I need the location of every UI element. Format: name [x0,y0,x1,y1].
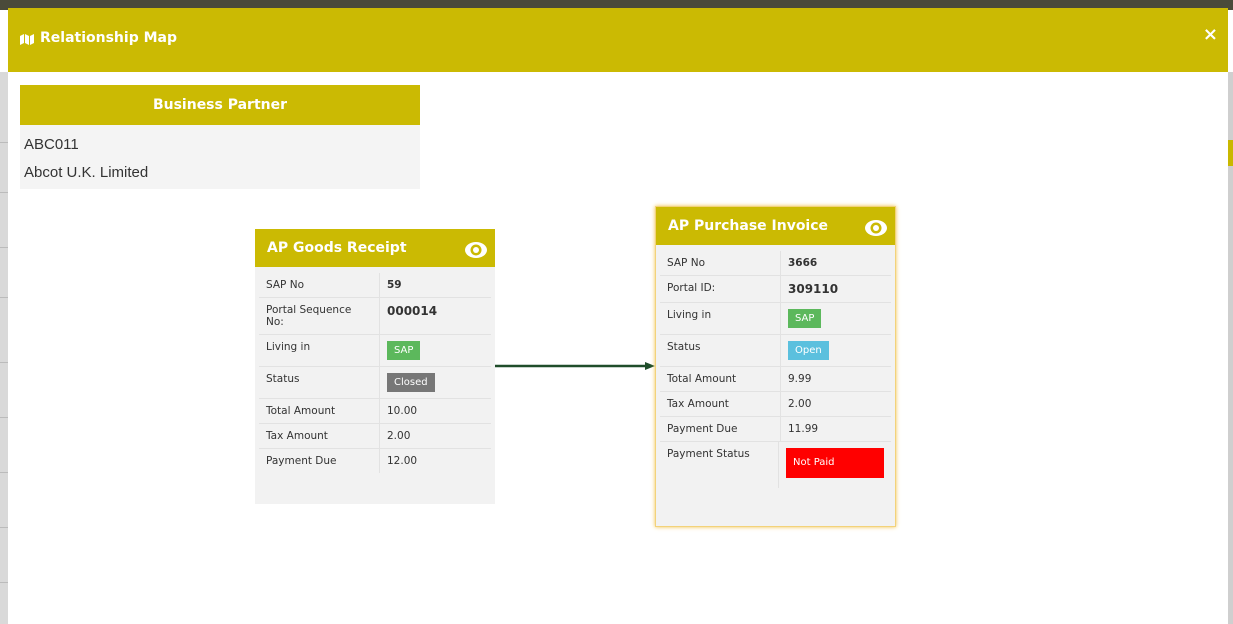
ap-purchase-invoice-title: AP Purchase Invoice [668,218,829,234]
payment-status-badge: Not Paid [786,448,884,478]
business-partner-header: Business Partner [20,85,420,125]
ap-purchase-invoice-details: SAP No 3666 Portal ID: 309110 Living in … [656,245,895,492]
ap-goods-receipt-header: AP Goods Receipt [255,229,495,267]
tax-amount-value: 2.00 [788,398,812,410]
ap-goods-receipt-title: AP Goods Receipt [267,240,407,256]
tax-amount-value: 2.00 [387,430,411,442]
close-icon[interactable]: × [1203,24,1218,45]
row-label: Tax Amount [660,392,781,416]
table-row: Tax Amount 2.00 [660,392,891,417]
table-row: SAP No 3666 [660,251,891,276]
status-badge: Closed [387,373,435,392]
row-label: Status [259,367,380,398]
eye-icon[interactable] [864,215,887,236]
row-label: Portal Sequence No: [259,298,380,334]
row-label: SAP No [259,273,380,297]
table-row: Total Amount 10.00 [259,399,491,424]
row-label: SAP No [660,251,781,275]
table-row: Portal ID: 309110 [660,276,891,303]
row-label: Payment Due [660,417,781,441]
living-in-badge: SAP [788,309,822,328]
business-partner-name: Abcot U.K. Limited [24,164,149,181]
payment-due-value: 12.00 [387,455,418,467]
row-label: Status [660,335,781,366]
relationship-map-modal: Relationship Map × Business Partner ABC0… [8,8,1228,624]
ap-goods-receipt-card: AP Goods Receipt SAP No 59 Portal Sequen… [255,229,495,504]
relationship-connector-arrow [495,362,655,370]
modal-title-text: Relationship Map [40,30,177,46]
eye-icon[interactable] [464,237,487,258]
background-sidebar [0,72,8,624]
business-partner-panel: Business Partner ABC011 Abcot U.K. Limit… [20,85,420,189]
table-row: Payment Due 12.00 [259,449,491,473]
table-row: Total Amount 9.99 [660,367,891,392]
payment-due-value: 11.99 [788,423,819,435]
table-row: Portal Sequence No: 000014 [259,298,491,335]
row-label: Portal ID: [660,276,781,302]
table-row: Payment Status Not Paid [660,442,891,488]
sap-no-value: 59 [387,279,402,291]
row-label: Payment Status [660,442,779,488]
table-row: Tax Amount 2.00 [259,424,491,449]
table-row: Status Open [660,335,891,367]
portal-id-value: 309110 [788,282,839,296]
ap-goods-receipt-details: SAP No 59 Portal Sequence No: 000014 Liv… [255,267,495,477]
total-amount-value: 9.99 [788,373,812,385]
row-label: Payment Due [259,449,380,473]
row-label: Tax Amount [259,424,380,448]
table-row: Living in SAP [660,303,891,335]
business-partner-code: ABC011 [24,136,79,153]
ap-purchase-invoice-card: AP Purchase Invoice SAP No 3666 Portal I… [655,206,896,527]
total-amount-value: 10.00 [387,405,418,417]
row-label: Living in [259,335,380,366]
map-icon [20,33,34,45]
modal-title: Relationship Map [20,30,177,46]
table-row: Status Closed [259,367,491,399]
table-row: Payment Due 11.99 [660,417,891,442]
portal-sequence-value: 000014 [387,304,438,318]
ap-purchase-invoice-header: AP Purchase Invoice [656,207,895,245]
table-row: Living in SAP [259,335,491,367]
row-label: Total Amount [660,367,781,391]
row-label: Living in [660,303,781,334]
background-accent-bar [1228,140,1233,166]
table-row: SAP No 59 [259,273,491,298]
row-label: Total Amount [259,399,380,423]
modal-header: Relationship Map × [8,8,1228,72]
status-badge: Open [788,341,829,360]
living-in-badge: SAP [387,341,421,360]
sap-no-value: 3666 [788,257,818,269]
